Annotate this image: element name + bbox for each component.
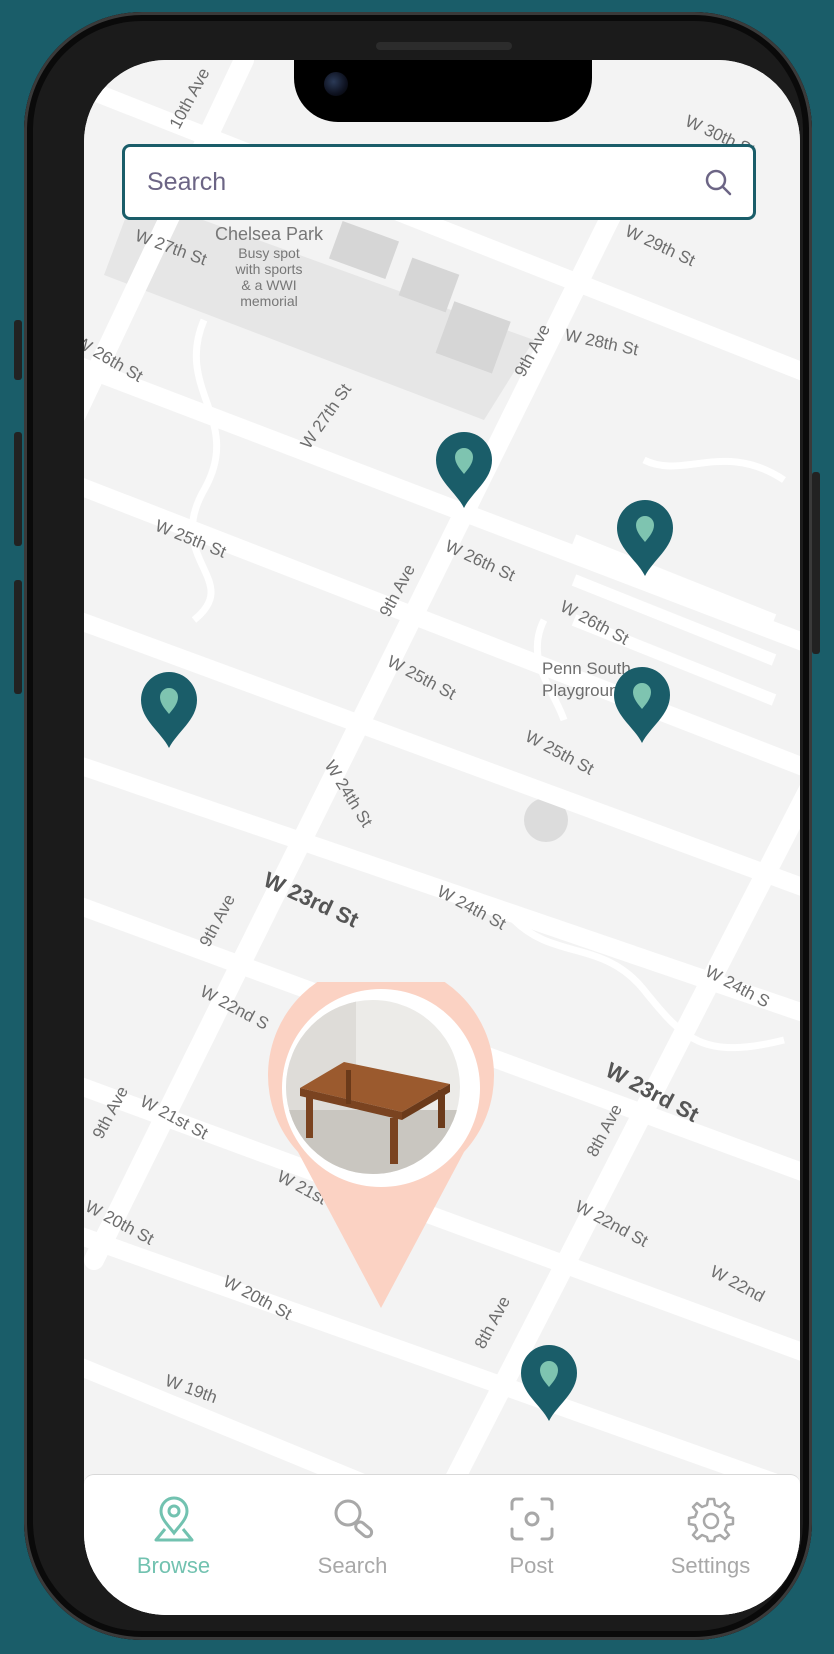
listing-map-pin[interactable] bbox=[615, 498, 675, 578]
featured-listing-pin[interactable] bbox=[268, 962, 494, 1308]
park-desc-3: & a WWI bbox=[241, 277, 296, 293]
phone-frame: W 27th St W 26th St W 25th St W 27th St … bbox=[14, 12, 820, 1640]
search-icon[interactable] bbox=[703, 167, 733, 197]
park-desc-2: with sports bbox=[235, 261, 303, 277]
mute-switch bbox=[14, 320, 22, 380]
tab-settings-label: Settings bbox=[670, 1553, 751, 1578]
listing-map-pin[interactable] bbox=[139, 670, 199, 750]
power-button bbox=[812, 472, 820, 654]
tab-search-label: Search bbox=[317, 1553, 388, 1578]
tab-browse[interactable]: Browse bbox=[84, 1475, 263, 1615]
park-name: Chelsea Park bbox=[215, 224, 324, 244]
search-input[interactable] bbox=[145, 166, 703, 198]
search-icon bbox=[334, 1499, 373, 1539]
front-camera bbox=[324, 72, 348, 96]
bottom-tab-bar: Browse Search Post Settings bbox=[84, 1474, 800, 1615]
tab-post-label: Post bbox=[509, 1553, 554, 1578]
map-pin-icon bbox=[154, 1496, 193, 1542]
volume-down-button bbox=[14, 580, 22, 694]
camera-scan-icon bbox=[510, 1497, 553, 1541]
park-desc-1: Busy spot bbox=[238, 245, 300, 261]
park-desc-4: memorial bbox=[240, 293, 298, 309]
volume-up-button bbox=[14, 432, 22, 546]
listing-map-pin[interactable] bbox=[434, 430, 494, 510]
listing-map-pin[interactable] bbox=[612, 665, 672, 745]
search-bar[interactable] bbox=[122, 144, 756, 220]
table-photo bbox=[286, 1000, 460, 1174]
speaker-grille bbox=[376, 42, 512, 50]
tab-search[interactable]: Search bbox=[263, 1475, 442, 1615]
gear-icon bbox=[687, 1497, 734, 1543]
tab-post[interactable]: Post bbox=[442, 1475, 621, 1615]
tab-settings[interactable]: Settings bbox=[621, 1475, 800, 1615]
map-view[interactable]: W 27th St W 26th St W 25th St W 27th St … bbox=[84, 60, 800, 1615]
listing-map-pin[interactable] bbox=[519, 1343, 579, 1423]
tab-browse-label: Browse bbox=[136, 1553, 211, 1578]
app-screen: W 27th St W 26th St W 25th St W 27th St … bbox=[84, 60, 800, 1615]
